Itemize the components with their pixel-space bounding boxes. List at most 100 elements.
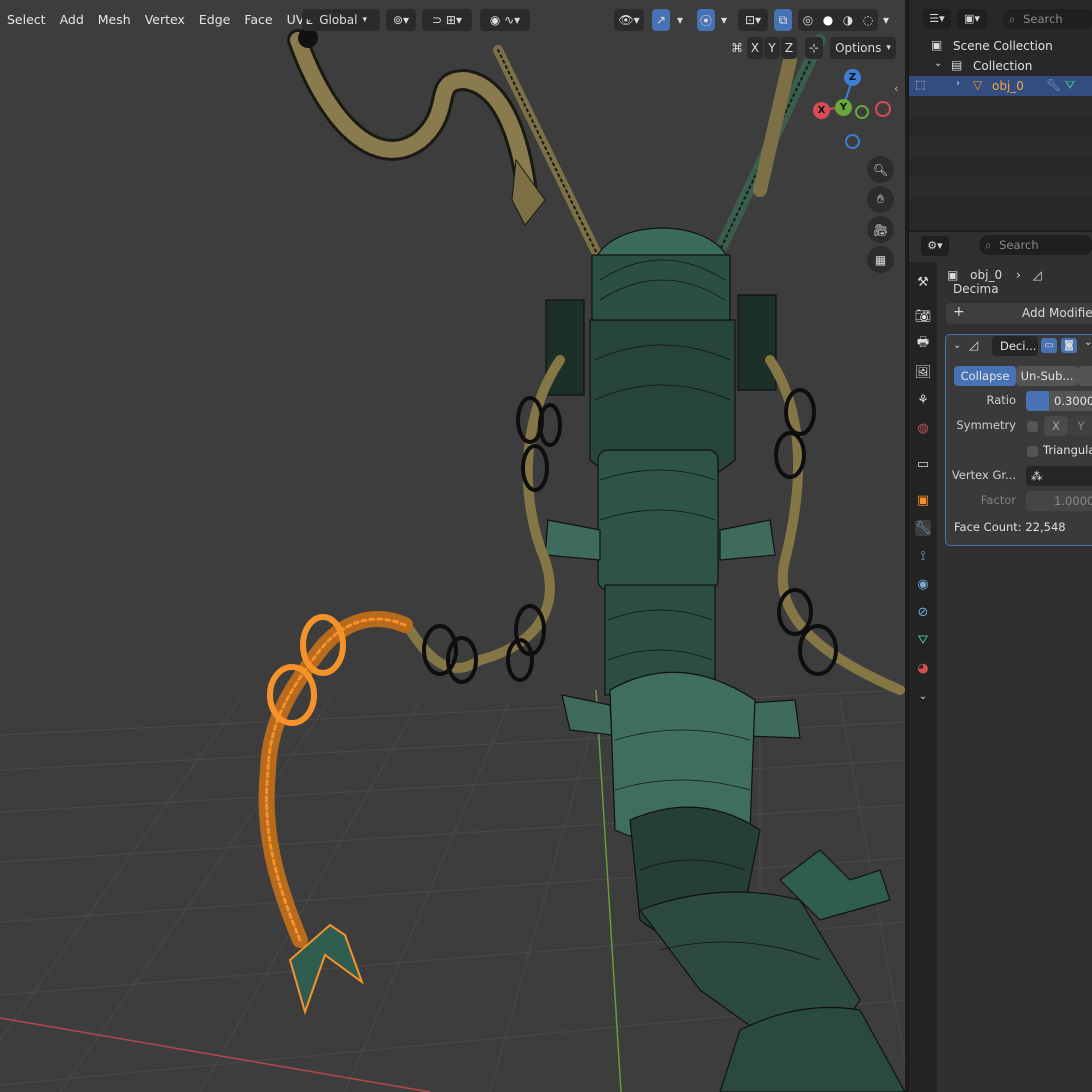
wireframe-shading-icon[interactable]: ◎ <box>803 13 813 27</box>
gizmo-y-axis[interactable]: Y <box>835 99 852 116</box>
vertex-group-field[interactable]: ⁂ <box>1026 466 1092 486</box>
symmetry-checkbox[interactable] <box>1027 421 1038 432</box>
chevron-down-icon: ▾ <box>362 15 368 25</box>
render-tab-icon[interactable]: 📷︎ <box>915 308 932 324</box>
wrench-icon[interactable]: 🔧︎ <box>1046 78 1061 92</box>
collection-label: Collection <box>973 59 1033 73</box>
planar-mode-button[interactable] <box>1078 366 1092 386</box>
breadcrumb-modifier: Decima <box>953 282 999 296</box>
constraints-tab-icon[interactable]: ⊘ <box>915 604 931 620</box>
outliner-search-input[interactable]: ⌕ Search <box>1003 9 1092 29</box>
overlay-dropdown[interactable]: ▾ <box>716 9 732 31</box>
editor-type-icon[interactable]: ☰▾ <box>923 9 951 29</box>
menu-add[interactable]: Add <box>53 9 91 31</box>
properties-search-input[interactable]: ⌕ Search <box>979 235 1092 255</box>
chevron-down-icon[interactable]: ⌄ <box>1084 337 1092 348</box>
snap-button[interactable]: ⊃ ⊞▾ <box>422 9 472 31</box>
display-mode-icon[interactable]: ▣▾ <box>957 9 987 29</box>
factor-label: Factor <box>980 493 1016 507</box>
factor-slider[interactable]: 1.0000 <box>1026 491 1092 511</box>
gizmo-dropdown[interactable]: ▾ <box>672 9 688 31</box>
xray-icon: ⧉ <box>778 12 788 27</box>
gizmo-neg-x-axis[interactable] <box>875 101 891 117</box>
outliner-row-object[interactable]: ⬚ › ▽ obj_0 🔧︎ ⛛ <box>909 76 1092 96</box>
gizmo-icon: ↗ <box>655 13 667 27</box>
gizmo-neg-z-axis[interactable] <box>845 134 860 149</box>
triangulate-checkbox[interactable] <box>1027 446 1038 457</box>
3d-viewport[interactable]: Select Add Mesh Vertex Edge Face UV ⟀ Gl… <box>0 0 905 1092</box>
modifier-icon: ◿ <box>1032 268 1042 282</box>
modifier-tab-icon[interactable]: 🔧︎ <box>915 520 931 536</box>
sidebar-toggle-arrow-icon[interactable]: ‹ <box>894 82 898 95</box>
gizmo-neg-y-axis[interactable] <box>855 105 869 119</box>
properties-editor-type-icon[interactable]: ⚙▾ <box>921 236 949 256</box>
visibility-button[interactable]: 👁▾ <box>614 9 644 31</box>
menu-mesh[interactable]: Mesh <box>91 9 138 31</box>
zoom-icon[interactable]: 🔍︎ <box>867 156 894 183</box>
add-modifier-button[interactable]: + Add Modifier <box>946 303 1092 324</box>
ratio-slider[interactable]: 0.3000 <box>1026 391 1092 411</box>
show-render-icon[interactable]: ◙ <box>1061 338 1077 353</box>
options-label: Options <box>835 41 882 55</box>
outliner-row-collection[interactable]: ⌄ ▤ Collection <box>909 56 1092 76</box>
overlay-toggle-button[interactable]: ⦿ <box>697 9 715 31</box>
orientation-label: Global <box>319 13 358 27</box>
unsubdivide-mode-button[interactable]: Un-Sub... <box>1016 366 1078 386</box>
mesh-data-icon[interactable]: ⛛ <box>1065 78 1075 93</box>
properties-panel: ⚙▾ ⌕ Search ⚒ 📷︎ 🖶 🖼︎ ⚘ ◍ ▭ ▣ 🔧︎ ⟟ ◉ ⊘ ⛛… <box>908 232 1092 1092</box>
output-tab-icon[interactable]: 🖶 <box>915 335 931 352</box>
triangulate-label: Triangulate <box>1043 443 1092 457</box>
axis-x-toggle[interactable]: X <box>747 37 763 59</box>
chevron-down-icon[interactable]: ⌄ <box>915 688 931 704</box>
world-tab-icon[interactable]: ◍ <box>915 420 931 436</box>
menu-vertex[interactable]: Vertex <box>138 9 192 31</box>
gizmo-z-axis[interactable]: Z <box>844 69 861 86</box>
mesh-edit-overlay-button[interactable]: ⊡▾ <box>738 9 768 31</box>
transform-orientation-dropdown[interactable]: ⟀ Global ▾ <box>302 9 380 31</box>
camera-view-icon[interactable]: 🎥︎ <box>867 216 894 243</box>
material-shading-icon[interactable]: ◑ <box>843 13 853 27</box>
view-layer-tab-icon[interactable]: 🖼︎ <box>915 364 932 380</box>
chevron-right-icon[interactable]: › <box>956 78 960 89</box>
ratio-slider-fill <box>1026 391 1049 411</box>
menu-select[interactable]: Select <box>0 9 53 31</box>
particles-tab-icon[interactable]: ⟟ <box>915 548 931 564</box>
collection-tab-icon[interactable]: ▭ <box>915 456 931 472</box>
show-viewport-icon[interactable]: ▭ <box>1041 338 1057 353</box>
mesh-edit-mode-icon[interactable]: ⬚ <box>915 78 925 91</box>
chevron-down-icon: ▾ <box>676 13 684 27</box>
tool-tab-icon[interactable]: ⚒ <box>915 274 931 290</box>
solid-shading-icon[interactable]: ● <box>823 13 833 27</box>
outliner-row-scene-collection[interactable]: ▣ Scene Collection <box>909 36 1092 56</box>
chevron-down-icon[interactable]: ⌄ <box>934 58 942 69</box>
axis-z-toggle[interactable]: Z <box>781 37 797 59</box>
shading-dropdown[interactable]: ▾ <box>878 9 894 31</box>
menu-edge[interactable]: Edge <box>192 9 237 31</box>
symmetry-axis-y[interactable]: Y <box>1069 416 1092 436</box>
scene-tab-icon[interactable]: ⚘ <box>915 392 931 408</box>
data-tab-icon[interactable]: ⛛ <box>915 632 931 648</box>
symmetry-axis-x[interactable]: X <box>1044 416 1068 436</box>
rendered-shading-icon[interactable]: ◌ <box>863 13 873 27</box>
add-modifier-label: Add Modifier <box>1022 306 1092 320</box>
pan-hand-icon[interactable]: ✋︎ <box>867 186 894 213</box>
collapse-mode-button[interactable]: Collapse <box>954 366 1016 386</box>
xray-toggle-button[interactable]: ⧉ <box>774 9 792 31</box>
material-tab-icon[interactable]: ◕ <box>915 660 931 676</box>
chevron-down-icon[interactable]: ⌄ <box>953 340 961 351</box>
proportional-edit-button[interactable]: ◉ ∿▾ <box>480 9 530 31</box>
perspective-grid-icon[interactable]: ▦ <box>867 246 894 273</box>
mirror-icon[interactable]: ⌘ <box>728 37 746 59</box>
axis-y-toggle[interactable]: Y <box>764 37 780 59</box>
menu-face[interactable]: Face <box>237 9 279 31</box>
gizmo-x-axis[interactable]: X <box>813 102 830 119</box>
gizmo-toggle-button[interactable]: ↗ <box>652 9 670 31</box>
object-tab-icon[interactable]: ▣ <box>915 492 931 508</box>
overlay-icon: ⦿ <box>699 13 712 28</box>
breadcrumb-object: obj_0 <box>970 268 1003 282</box>
autoclip-icon[interactable]: ⊹ <box>805 37 823 59</box>
physics-tab-icon[interactable]: ◉ <box>915 576 931 592</box>
modifier-name-field[interactable]: Deci... <box>992 336 1038 356</box>
pivot-point-button[interactable]: ⊚▾ <box>386 9 416 31</box>
options-dropdown[interactable]: Options ▾ <box>830 37 896 59</box>
